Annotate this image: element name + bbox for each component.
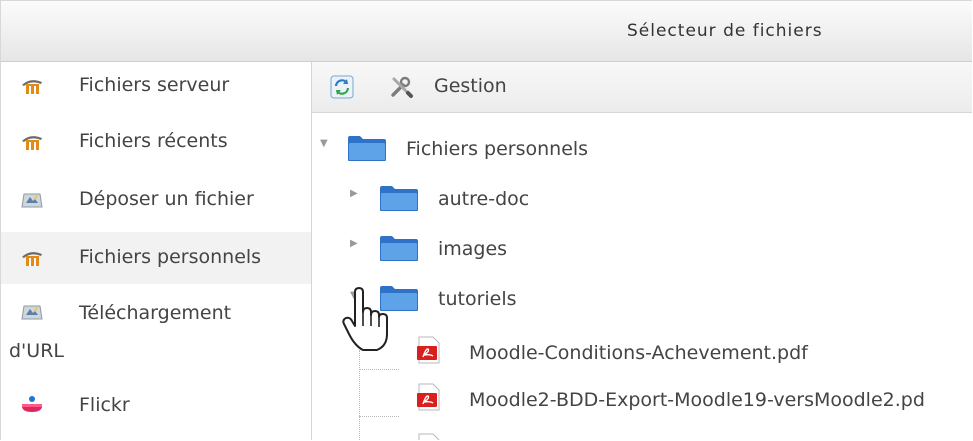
tree-node-label: images — [438, 238, 508, 260]
sidebar-item-label: Téléchargement — [79, 302, 232, 324]
expanded-arrow-icon[interactable]: ▼ — [320, 138, 328, 149]
file-tree-pane: Gestion ▼ Fichiers personnels ▶ autre-do… — [312, 62, 972, 440]
sidebar-item-url-download[interactable]: Téléchargement d'URL — [1, 292, 311, 372]
tree-node-file[interactable]: Moodle-Conditions-Achevement.pdf — [312, 332, 972, 372]
folder-icon — [348, 136, 386, 161]
sidebar-item-label: Déposer un fichier — [79, 188, 254, 210]
sidebar-item-label: Flickr — [79, 394, 130, 416]
moodle-files-icon — [22, 80, 42, 94]
moodle-files-icon — [22, 252, 42, 266]
refresh-icon[interactable] — [330, 75, 354, 99]
tree-node-label: tutoriels — [438, 288, 517, 310]
tree-node-folder[interactable]: ▼ tutoriels — [312, 280, 972, 318]
collapsed-arrow-icon[interactable]: ▶ — [350, 188, 358, 199]
dialog-titlebar[interactable]: Sélecteur de fichiers — [1, 1, 972, 62]
sidebar-item-upload-file[interactable]: Déposer un fichier — [1, 176, 311, 224]
pdf-icon — [417, 383, 440, 411]
tree-node-folder[interactable]: ▶ images — [312, 230, 972, 268]
folder-icon — [380, 186, 418, 211]
dialog-title: Sélecteur de fichiers — [627, 21, 823, 41]
collapsed-arrow-icon[interactable]: ▶ — [350, 238, 358, 249]
tree-node-label: Fichiers personnels — [406, 138, 589, 160]
tree-node-file[interactable]: Moodle2-BDD-Export-Moodle19-versMoodle2.… — [312, 379, 972, 419]
pdf-icon — [417, 336, 440, 364]
pdf-icon — [418, 433, 440, 440]
tree-node-label: autre-doc — [438, 188, 530, 210]
folder-icon — [380, 236, 418, 261]
sidebar-item-recent-files[interactable]: Fichiers récents — [1, 118, 311, 166]
flickr-icon — [22, 396, 42, 412]
tools-icon[interactable] — [388, 74, 414, 100]
tree-node-root[interactable]: ▼ Fichiers personnels — [312, 130, 972, 168]
toolbar: Gestion — [312, 62, 972, 113]
sidebar-item-server-files[interactable]: Fichiers serveur — [1, 62, 311, 110]
tree-node-label: Moodle2-BDD-Export-Moodle19-versMoodle2.… — [469, 389, 925, 411]
upload-icon — [21, 305, 43, 320]
sidebar-item-label-line2: d'URL — [9, 340, 64, 362]
sidebar-item-flickr[interactable]: Flickr — [1, 382, 311, 432]
upload-icon — [21, 193, 43, 208]
tree-node-label: Moodle-Conditions-Achevement.pdf — [469, 342, 808, 364]
sidebar-item-label: Fichiers personnels — [79, 246, 262, 268]
tree-node-folder[interactable]: ▶ autre-doc — [312, 180, 972, 218]
manage-button[interactable]: Gestion — [434, 75, 507, 97]
sidebar-item-label: Fichiers serveur — [79, 74, 230, 96]
hand-cursor-icon — [342, 287, 388, 351]
file-picker-dialog: Sélecteur de fichiers Fichiers serveur F… — [0, 0, 972, 440]
sidebar-item-label: Fichiers récents — [79, 130, 228, 152]
repository-sidebar: Fichiers serveur Fichiers récents Dépose… — [1, 62, 312, 440]
sidebar-item-personal-files[interactable]: Fichiers personnels — [1, 232, 311, 284]
moodle-files-icon — [22, 136, 42, 150]
